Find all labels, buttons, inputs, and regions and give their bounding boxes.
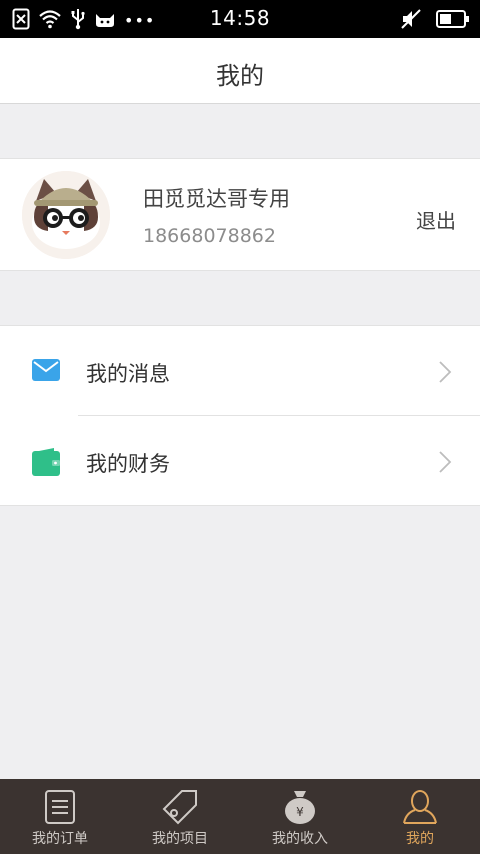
- tab-label: 我的订单: [32, 831, 88, 847]
- wallet-icon: [32, 448, 60, 480]
- menu-item-label: 我的财务: [86, 452, 170, 476]
- document-icon: [42, 789, 78, 825]
- chevron-right-icon: [438, 450, 452, 478]
- status-icons-right: [400, 8, 470, 34]
- tab-label: 我的收入: [272, 831, 328, 847]
- logout-button[interactable]: 退出: [416, 205, 456, 234]
- battery-icon: [436, 9, 470, 33]
- menu-item-finance[interactable]: 我的财务: [0, 416, 480, 506]
- tab-label: 我的: [406, 831, 434, 847]
- menu-item-label: 我的消息: [86, 362, 170, 386]
- tag-icon: [162, 789, 198, 825]
- mute-icon: [400, 8, 422, 34]
- svg-text:¥: ¥: [296, 805, 304, 819]
- avatar[interactable]: [22, 171, 110, 259]
- tab-orders[interactable]: 我的订单: [0, 779, 120, 854]
- user-phone: 18668078862: [143, 225, 276, 247]
- status-bar: ••• 14:58: [0, 0, 480, 38]
- tab-income[interactable]: ¥ 我的收入: [240, 779, 360, 854]
- money-bag-icon: ¥: [282, 789, 318, 825]
- settings-menu: 我的消息 我的财务: [0, 325, 480, 506]
- bottom-tab-bar: 我的订单 我的项目 ¥ 我的收入 我的: [0, 779, 480, 854]
- app-header: 我的: [0, 38, 480, 104]
- page-title: 我的: [216, 62, 264, 90]
- person-icon: [402, 789, 438, 825]
- menu-item-messages[interactable]: 我的消息: [0, 326, 480, 416]
- chevron-right-icon: [438, 360, 452, 388]
- tab-projects[interactable]: 我的项目: [120, 779, 240, 854]
- tab-me[interactable]: 我的: [360, 779, 480, 854]
- mail-icon: [32, 358, 60, 386]
- profile-card[interactable]: 田觅觅达哥专用 18668078862 退出: [0, 158, 480, 271]
- user-name: 田觅觅达哥专用: [143, 187, 290, 211]
- tab-label: 我的项目: [152, 831, 208, 847]
